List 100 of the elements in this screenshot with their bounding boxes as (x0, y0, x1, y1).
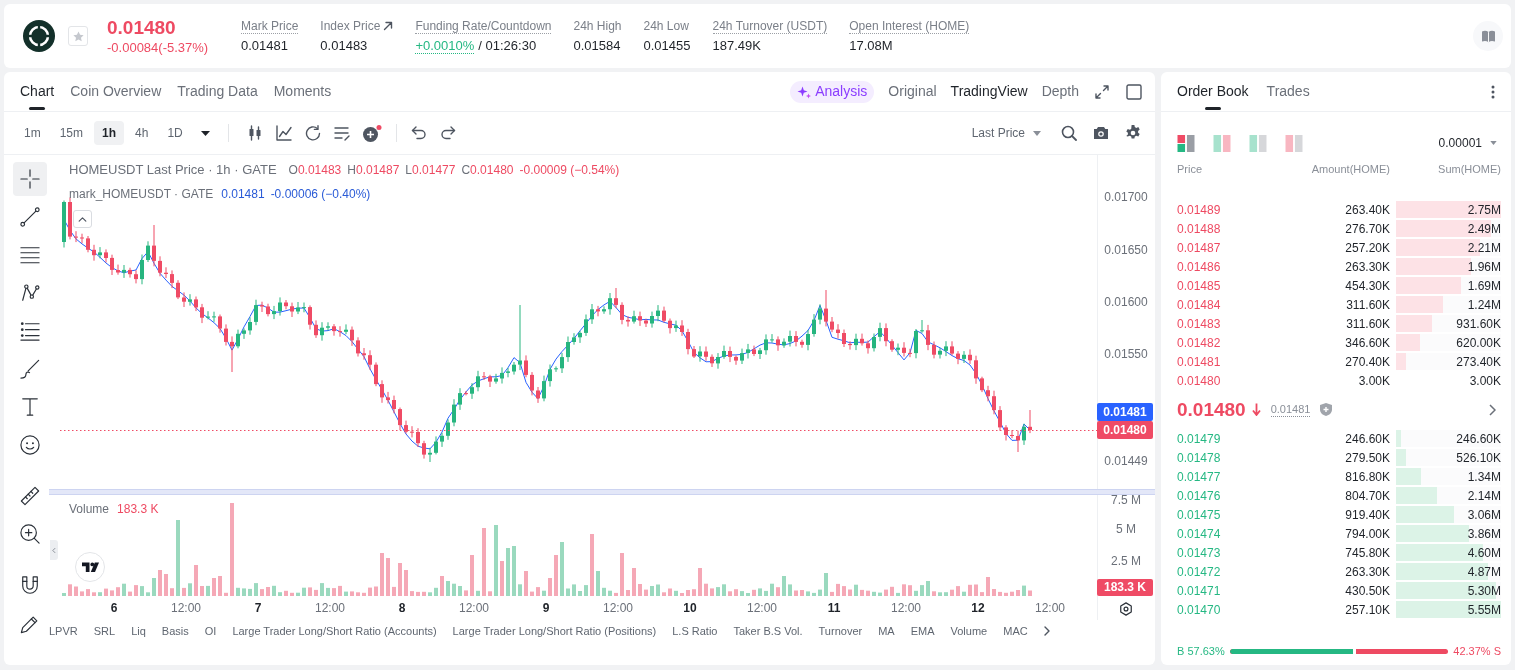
stat-label: Index Price (320, 18, 381, 34)
tab[interactable]: Moments (273, 72, 332, 111)
tab[interactable]: Coin Overview (70, 72, 162, 111)
order-price: 0.01470 (1177, 602, 1222, 617)
undo-icon[interactable] (410, 126, 427, 140)
indicator-tab[interactable]: Taker B.S Vol. (733, 622, 803, 640)
indicator-tab[interactable]: Volume (950, 622, 988, 640)
order-amount: 3.00K (1357, 373, 1390, 388)
time-axis-label: 6 (110, 601, 118, 615)
mark-price: 0.01481 (1270, 402, 1311, 417)
stat-label: 24h Turnover (USDT) (712, 18, 828, 34)
indicator-tab[interactable]: EMA (910, 622, 935, 640)
series-change: -0.00009 (−0.54%) (519, 162, 620, 178)
volume-axis-label: 7.5 M (1110, 493, 1142, 507)
redo-icon[interactable] (439, 126, 456, 140)
indicator-tab[interactable]: MA (878, 622, 895, 640)
analysis-button[interactable]: Analysis (790, 80, 875, 103)
order-sum: 526.10K (1455, 450, 1501, 465)
chart-logo-icon[interactable] (75, 552, 105, 582)
caret-down-icon[interactable] (200, 130, 210, 136)
book-icon (1480, 29, 1496, 43)
chevron-right-icon[interactable] (1489, 403, 1496, 416)
volume-axis-label: 5 M (1115, 522, 1137, 536)
order-sum: 5.30M (1466, 583, 1501, 598)
indicator-tab[interactable]: Large Trader Long/Short Ratio (Accounts) (232, 622, 437, 640)
interval-button[interactable]: 1m (16, 121, 49, 145)
indicator-tab[interactable]: Liq (131, 622, 146, 640)
indicator-tab[interactable]: L.S Ratio (672, 622, 718, 640)
order-price: 0.01479 (1177, 431, 1222, 446)
refresh-icon[interactable] (304, 125, 321, 141)
time-axis-label: 12:00 (891, 601, 921, 615)
line-chart-icon[interactable] (275, 125, 292, 141)
interval-button[interactable]: 4h (127, 121, 157, 145)
level-lines-icon (20, 321, 40, 341)
order-sum: 273.40K (1455, 354, 1501, 369)
axis-settings-icon[interactable] (1119, 602, 1133, 616)
expand-icon[interactable] (1095, 84, 1109, 99)
pattern-icon (20, 283, 40, 303)
tab[interactable]: Order Book (1177, 72, 1249, 111)
chevron-left-icon (52, 546, 56, 554)
stat-value: 0.01481 (241, 37, 289, 54)
stat-label: Mark Price (241, 18, 299, 34)
price-axis-label: 0.01550 (1103, 347, 1149, 361)
stat-value: 17.08M (849, 37, 894, 54)
precision-dropdown[interactable]: 0.00001 (1438, 134, 1497, 152)
tab[interactable]: Trades (1266, 72, 1310, 111)
indicator-tab[interactable]: Large Trader Long/Short Ratio (Positions) (452, 622, 657, 640)
square-icon[interactable] (1126, 83, 1142, 100)
arrow-up-right-icon[interactable] (383, 21, 394, 31)
order-sum: 2.75M (1466, 202, 1501, 217)
tab[interactable]: Trading Data (177, 72, 258, 111)
time-axis-label: 10 (683, 601, 697, 615)
interval-button[interactable]: 1D (159, 121, 191, 145)
tab[interactable]: Chart (20, 72, 55, 111)
settings-icon[interactable] (1125, 125, 1141, 141)
order-amount: 804.70K (1344, 488, 1390, 503)
indicator-tab[interactable]: Basis (161, 622, 189, 640)
price-source-dropdown[interactable]: Last Price (971, 124, 1041, 142)
camera-icon[interactable] (1093, 126, 1109, 140)
indicator-tab[interactable]: LPVR (49, 622, 78, 640)
column-header: Price (1177, 162, 1204, 176)
order-price: 0.01485 (1177, 278, 1222, 293)
more-icon[interactable] (1491, 84, 1495, 99)
guide-button[interactable] (1473, 21, 1503, 51)
indicator-tab[interactable]: Turnover (818, 622, 863, 640)
search-icon[interactable] (1061, 125, 1077, 141)
order-amount: 257.20K (1344, 240, 1390, 255)
view-tab[interactable]: Depth (1041, 81, 1079, 102)
buy-ratio: B 57.63% (1177, 644, 1225, 658)
order-price: 0.01476 (1177, 488, 1222, 503)
order-amount: 279.50K (1344, 450, 1390, 465)
stat-label: Open Interest (HOME) (849, 18, 970, 34)
column-header: Sum(HOME) (1437, 162, 1501, 176)
stat-value: 0.01483 (320, 37, 369, 54)
indicator-tab[interactable]: SRL (93, 622, 116, 640)
order-sum: 3.06M (1466, 507, 1501, 522)
collapse-legend-button[interactable] (73, 210, 92, 228)
order-amount: 745.80K (1344, 545, 1390, 560)
order-amount: 276.70K (1344, 221, 1390, 236)
order-sum: 4.60M (1466, 545, 1501, 560)
chevron-right-icon[interactable] (1043, 626, 1050, 636)
order-price: 0.01488 (1177, 221, 1222, 236)
add-indicator-icon[interactable] (362, 124, 382, 142)
time-axis-label: 7 (254, 601, 262, 615)
interval-button[interactable]: 15m (51, 121, 91, 145)
layout-icon[interactable] (1177, 134, 1195, 152)
text-tool-icon (20, 397, 40, 417)
indicator-tab[interactable]: MAC (1003, 622, 1028, 640)
order-amount: 346.60K (1344, 335, 1390, 350)
view-tab[interactable]: Original (888, 81, 937, 102)
time-axis-label: 12:00 (459, 601, 489, 615)
order-sum: 246.60K (1455, 431, 1501, 446)
view-tab[interactable]: TradingView (950, 81, 1028, 102)
interval-button[interactable]: 1h (94, 121, 125, 145)
pencil-icon (20, 614, 40, 634)
indicator-tab[interactable]: OI (204, 622, 217, 640)
order-price: 0.01481 (1177, 354, 1222, 369)
list-icon[interactable] (333, 125, 350, 141)
price-axis-label: 0.01600 (1103, 295, 1149, 309)
time-axis-label: 12:00 (1035, 601, 1065, 615)
